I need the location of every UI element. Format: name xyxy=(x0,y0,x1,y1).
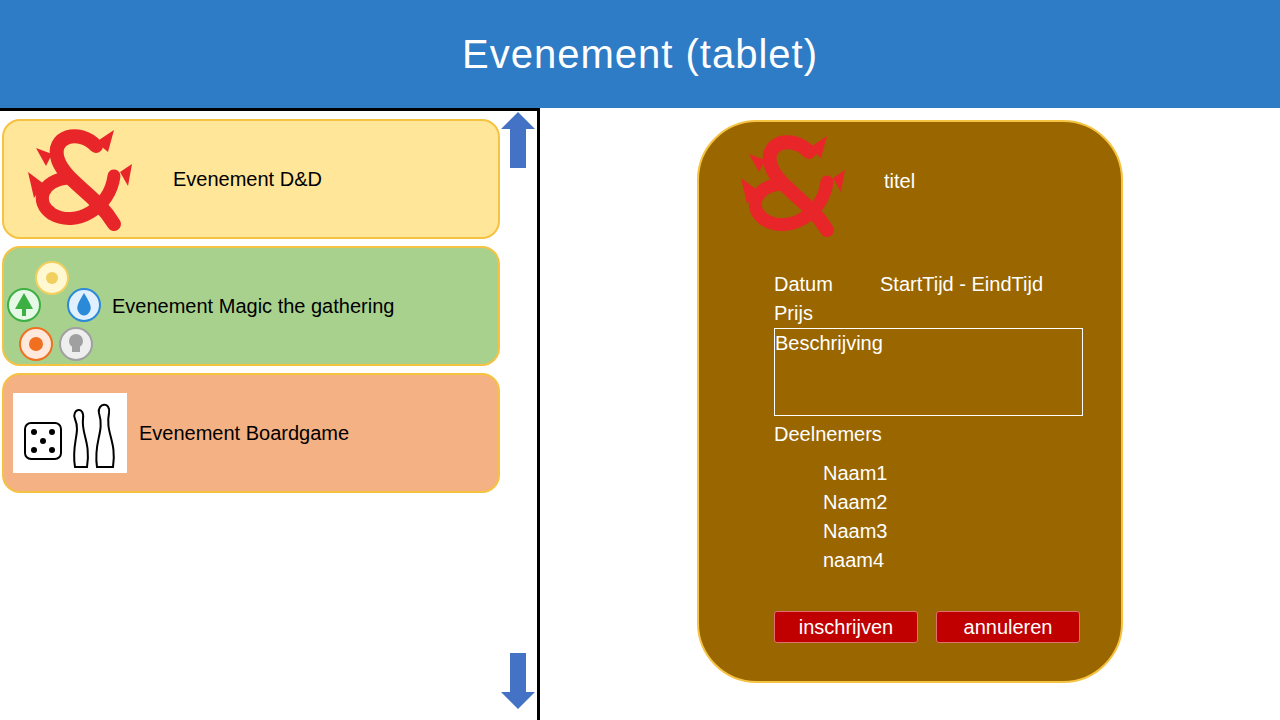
event-label: Evenement Magic the gathering xyxy=(112,291,394,321)
detail-title: titel xyxy=(884,166,915,196)
detail-header: titel xyxy=(699,122,1121,240)
event-card[interactable]: Evenement Magic the gathering xyxy=(2,246,500,366)
time-label: StartTijd - EindTijd xyxy=(880,270,1043,299)
description-text: Beschrijving xyxy=(775,332,883,354)
date-label: Datum xyxy=(774,270,880,299)
event-list-panel[interactable]: Evenement D&D Evenement Magic the gatheri… xyxy=(0,108,540,720)
participant-name: Naam3 xyxy=(823,517,1081,546)
participant-name: Naam1 xyxy=(823,459,1081,488)
participant-list: Naam1Naam2Naam3naam4 xyxy=(774,459,1081,575)
scroll-up-icon[interactable] xyxy=(499,111,537,169)
event-card[interactable]: Evenement D&D xyxy=(2,119,500,239)
dnd-logo-icon xyxy=(24,124,137,234)
dice-pawns-icon xyxy=(13,393,127,473)
description-box: Beschrijving xyxy=(774,328,1083,416)
button-row: inschrijven annuleren xyxy=(774,611,1081,643)
event-label: Evenement Boardgame xyxy=(139,418,349,448)
date-time-row: DatumStartTijd - EindTijd xyxy=(774,270,1081,299)
event-label: Evenement D&D xyxy=(173,164,322,194)
scroll-down-icon[interactable] xyxy=(499,652,537,710)
page-title: Evenement (tablet) xyxy=(462,24,818,84)
detail-body: DatumStartTijd - EindTijdPrijs Beschrijvi… xyxy=(699,270,1121,643)
event-detail-card: titel DatumStartTijd - EindTijdPrijs Besch… xyxy=(697,120,1123,683)
participant-name: naam4 xyxy=(823,546,1081,575)
subscribe-button[interactable]: inschrijven xyxy=(774,611,918,643)
participants-label: Deelnemers xyxy=(774,420,1081,449)
header-bar: Evenement (tablet) xyxy=(0,0,1280,108)
dnd-logo-icon xyxy=(737,130,850,240)
participant-name: Naam2 xyxy=(823,488,1081,517)
mana-symbols-icon xyxy=(4,251,104,361)
event-card[interactable]: Evenement Boardgame xyxy=(2,373,500,493)
cancel-button[interactable]: annuleren xyxy=(936,611,1080,643)
price-label: Prijs xyxy=(774,299,1081,328)
